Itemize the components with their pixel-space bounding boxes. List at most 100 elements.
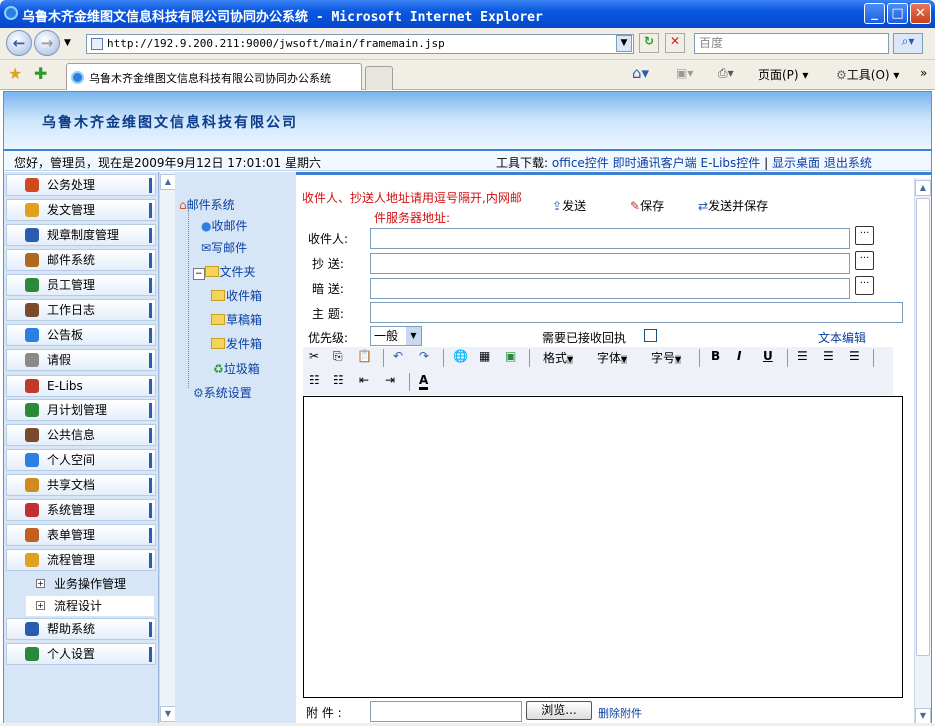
send-save-button[interactable]: ⇄发送并保存: [698, 197, 768, 214]
scroll-down-icon[interactable]: ▼: [160, 706, 176, 722]
delete-attach-link[interactable]: 删除附件: [598, 705, 642, 721]
bcc-input[interactable]: [370, 278, 850, 299]
forward-button[interactable]: →: [34, 30, 60, 56]
menu-item-bottom-1[interactable]: 个人设置: [6, 643, 156, 665]
url-dropdown-icon[interactable]: ▼: [616, 35, 632, 52]
image-icon[interactable]: ▣: [505, 349, 516, 363]
priority-select[interactable]: 一般 ▼: [370, 326, 422, 346]
menu-item-13[interactable]: 系统管理: [6, 499, 156, 521]
scroll-thumb[interactable]: [916, 198, 930, 656]
main-scrollbar[interactable]: ▲ ▼: [914, 178, 931, 726]
refresh-icon[interactable]: ↻: [639, 33, 659, 53]
to-address-book-button[interactable]: ···: [855, 226, 874, 245]
menu-item-11[interactable]: 个人空间: [6, 449, 156, 471]
stop-icon[interactable]: ✕: [665, 33, 685, 53]
tree-inbox[interactable]: ●收邮件: [201, 217, 248, 234]
save-button[interactable]: ✎保存: [630, 197, 664, 214]
tree-folder-sent[interactable]: 发件箱: [211, 335, 262, 352]
menu-item-5[interactable]: 工作日志: [6, 299, 156, 321]
url-input[interactable]: http://192.9.200.211:9000/jwsoft/main/fr…: [86, 34, 634, 54]
cc-input[interactable]: [370, 253, 850, 274]
add-favorites-icon[interactable]: ✚: [34, 64, 47, 83]
print-icon[interactable]: ⎙▾: [718, 66, 734, 81]
show-desktop-link[interactable]: 显示桌面: [772, 156, 820, 170]
menu-item-2[interactable]: 规章制度管理: [6, 224, 156, 246]
close-button[interactable]: ✕: [910, 3, 931, 24]
format-dropdown[interactable]: 格式▼: [543, 349, 574, 366]
subject-input[interactable]: [370, 302, 903, 323]
menu-item-14[interactable]: 表单管理: [6, 524, 156, 546]
feeds-icon[interactable]: ▣▾: [676, 66, 693, 80]
unordered-list-icon[interactable]: ☷: [333, 373, 344, 387]
hyperlink-icon[interactable]: 🌐: [453, 349, 468, 363]
bold-icon[interactable]: B: [711, 349, 720, 363]
submenu-item-1[interactable]: + 流程设计: [26, 596, 154, 616]
indent-icon[interactable]: ⇥: [385, 373, 395, 387]
menu-item-4[interactable]: 员工管理: [6, 274, 156, 296]
cut-icon[interactable]: ✂: [309, 349, 319, 363]
paste-icon[interactable]: 📋: [357, 349, 372, 363]
mail-body-editor[interactable]: [303, 396, 903, 698]
menu-item-7[interactable]: 请假: [6, 349, 156, 371]
tree-folder-inbox[interactable]: 收件箱: [211, 287, 262, 304]
more-icon[interactable]: »: [920, 66, 927, 80]
office-control-link[interactable]: office控件: [552, 156, 609, 170]
scroll-down-icon[interactable]: ▼: [915, 708, 931, 724]
back-button[interactable]: ←: [6, 30, 32, 56]
history-dropdown-icon[interactable]: ▼: [64, 38, 71, 48]
tree-folder-trash[interactable]: ♻垃圾箱: [213, 360, 260, 377]
search-input[interactable]: 百度: [694, 33, 889, 54]
menu-item-15[interactable]: 流程管理: [6, 549, 156, 571]
new-tab-button[interactable]: [365, 66, 393, 90]
tree-compose[interactable]: ✉写邮件: [201, 239, 247, 256]
to-input[interactable]: [370, 228, 850, 249]
favorites-star-icon[interactable]: ★: [8, 64, 22, 83]
align-left-icon[interactable]: ☰: [797, 349, 808, 363]
browse-button[interactable]: 浏览...: [526, 701, 592, 720]
underline-icon[interactable]: U: [763, 349, 773, 363]
page-menu[interactable]: 页面(P) ▾: [758, 66, 808, 83]
table-icon[interactable]: ▦: [479, 349, 490, 363]
search-icon[interactable]: ⌕▾: [893, 33, 923, 54]
outdent-icon[interactable]: ⇤: [359, 373, 369, 387]
collapse-icon[interactable]: −: [193, 268, 205, 280]
minimize-button[interactable]: _: [864, 3, 885, 24]
attach-input[interactable]: [370, 701, 522, 722]
undo-icon[interactable]: ↶: [393, 349, 403, 363]
menu-item-10[interactable]: 公共信息: [6, 424, 156, 446]
maximize-button[interactable]: □: [887, 3, 908, 24]
left-scrollbar[interactable]: ▲ ▼: [159, 172, 176, 724]
ordered-list-icon[interactable]: ☷: [309, 373, 320, 387]
align-right-icon[interactable]: ☰: [849, 349, 860, 363]
italic-icon[interactable]: I: [737, 349, 741, 363]
receipt-checkbox[interactable]: [644, 329, 657, 342]
im-client-link[interactable]: 即时通讯客户端: [613, 156, 697, 170]
scroll-up-icon[interactable]: ▲: [915, 180, 931, 196]
redo-icon[interactable]: ↷: [419, 349, 429, 363]
font-dropdown[interactable]: 字体▼: [597, 349, 628, 366]
menu-item-1[interactable]: 发文管理: [6, 199, 156, 221]
menu-item-12[interactable]: 共享文档: [6, 474, 156, 496]
cc-address-book-button[interactable]: ···: [855, 251, 874, 270]
tree-folder-drafts[interactable]: 草稿箱: [211, 311, 262, 328]
home-icon[interactable]: ⌂▾: [632, 64, 649, 82]
menu-item-6[interactable]: 公告板: [6, 324, 156, 346]
text-edit-link[interactable]: 文本编辑: [818, 329, 866, 346]
elibs-control-link[interactable]: E-Libs控件: [700, 156, 760, 170]
tree-folder[interactable]: − 文件夹: [193, 263, 256, 280]
menu-item-bottom-0[interactable]: 帮助系统: [6, 618, 156, 640]
font-color-icon[interactable]: A: [419, 373, 429, 390]
logout-link[interactable]: 退出系统: [824, 156, 872, 170]
menu-item-3[interactable]: 邮件系统: [6, 249, 156, 271]
menu-item-9[interactable]: 月计划管理: [6, 399, 156, 421]
menu-item-8[interactable]: E-Libs: [6, 375, 156, 397]
bcc-address-book-button[interactable]: ···: [855, 276, 874, 295]
tools-menu[interactable]: ⚙工具(O) ▾: [836, 66, 899, 83]
copy-icon[interactable]: ⎘: [333, 349, 343, 364]
send-button[interactable]: ⇪发送: [552, 197, 586, 214]
tree-settings[interactable]: ⚙系统设置: [193, 384, 252, 401]
menu-item-0[interactable]: 公务处理: [6, 174, 156, 196]
scroll-up-icon[interactable]: ▲: [160, 174, 176, 190]
submenu-item-0[interactable]: + 业务操作管理: [26, 574, 154, 594]
tab-active[interactable]: 乌鲁木齐金维图文信息科技有限公司协同办公系统: [66, 63, 362, 90]
